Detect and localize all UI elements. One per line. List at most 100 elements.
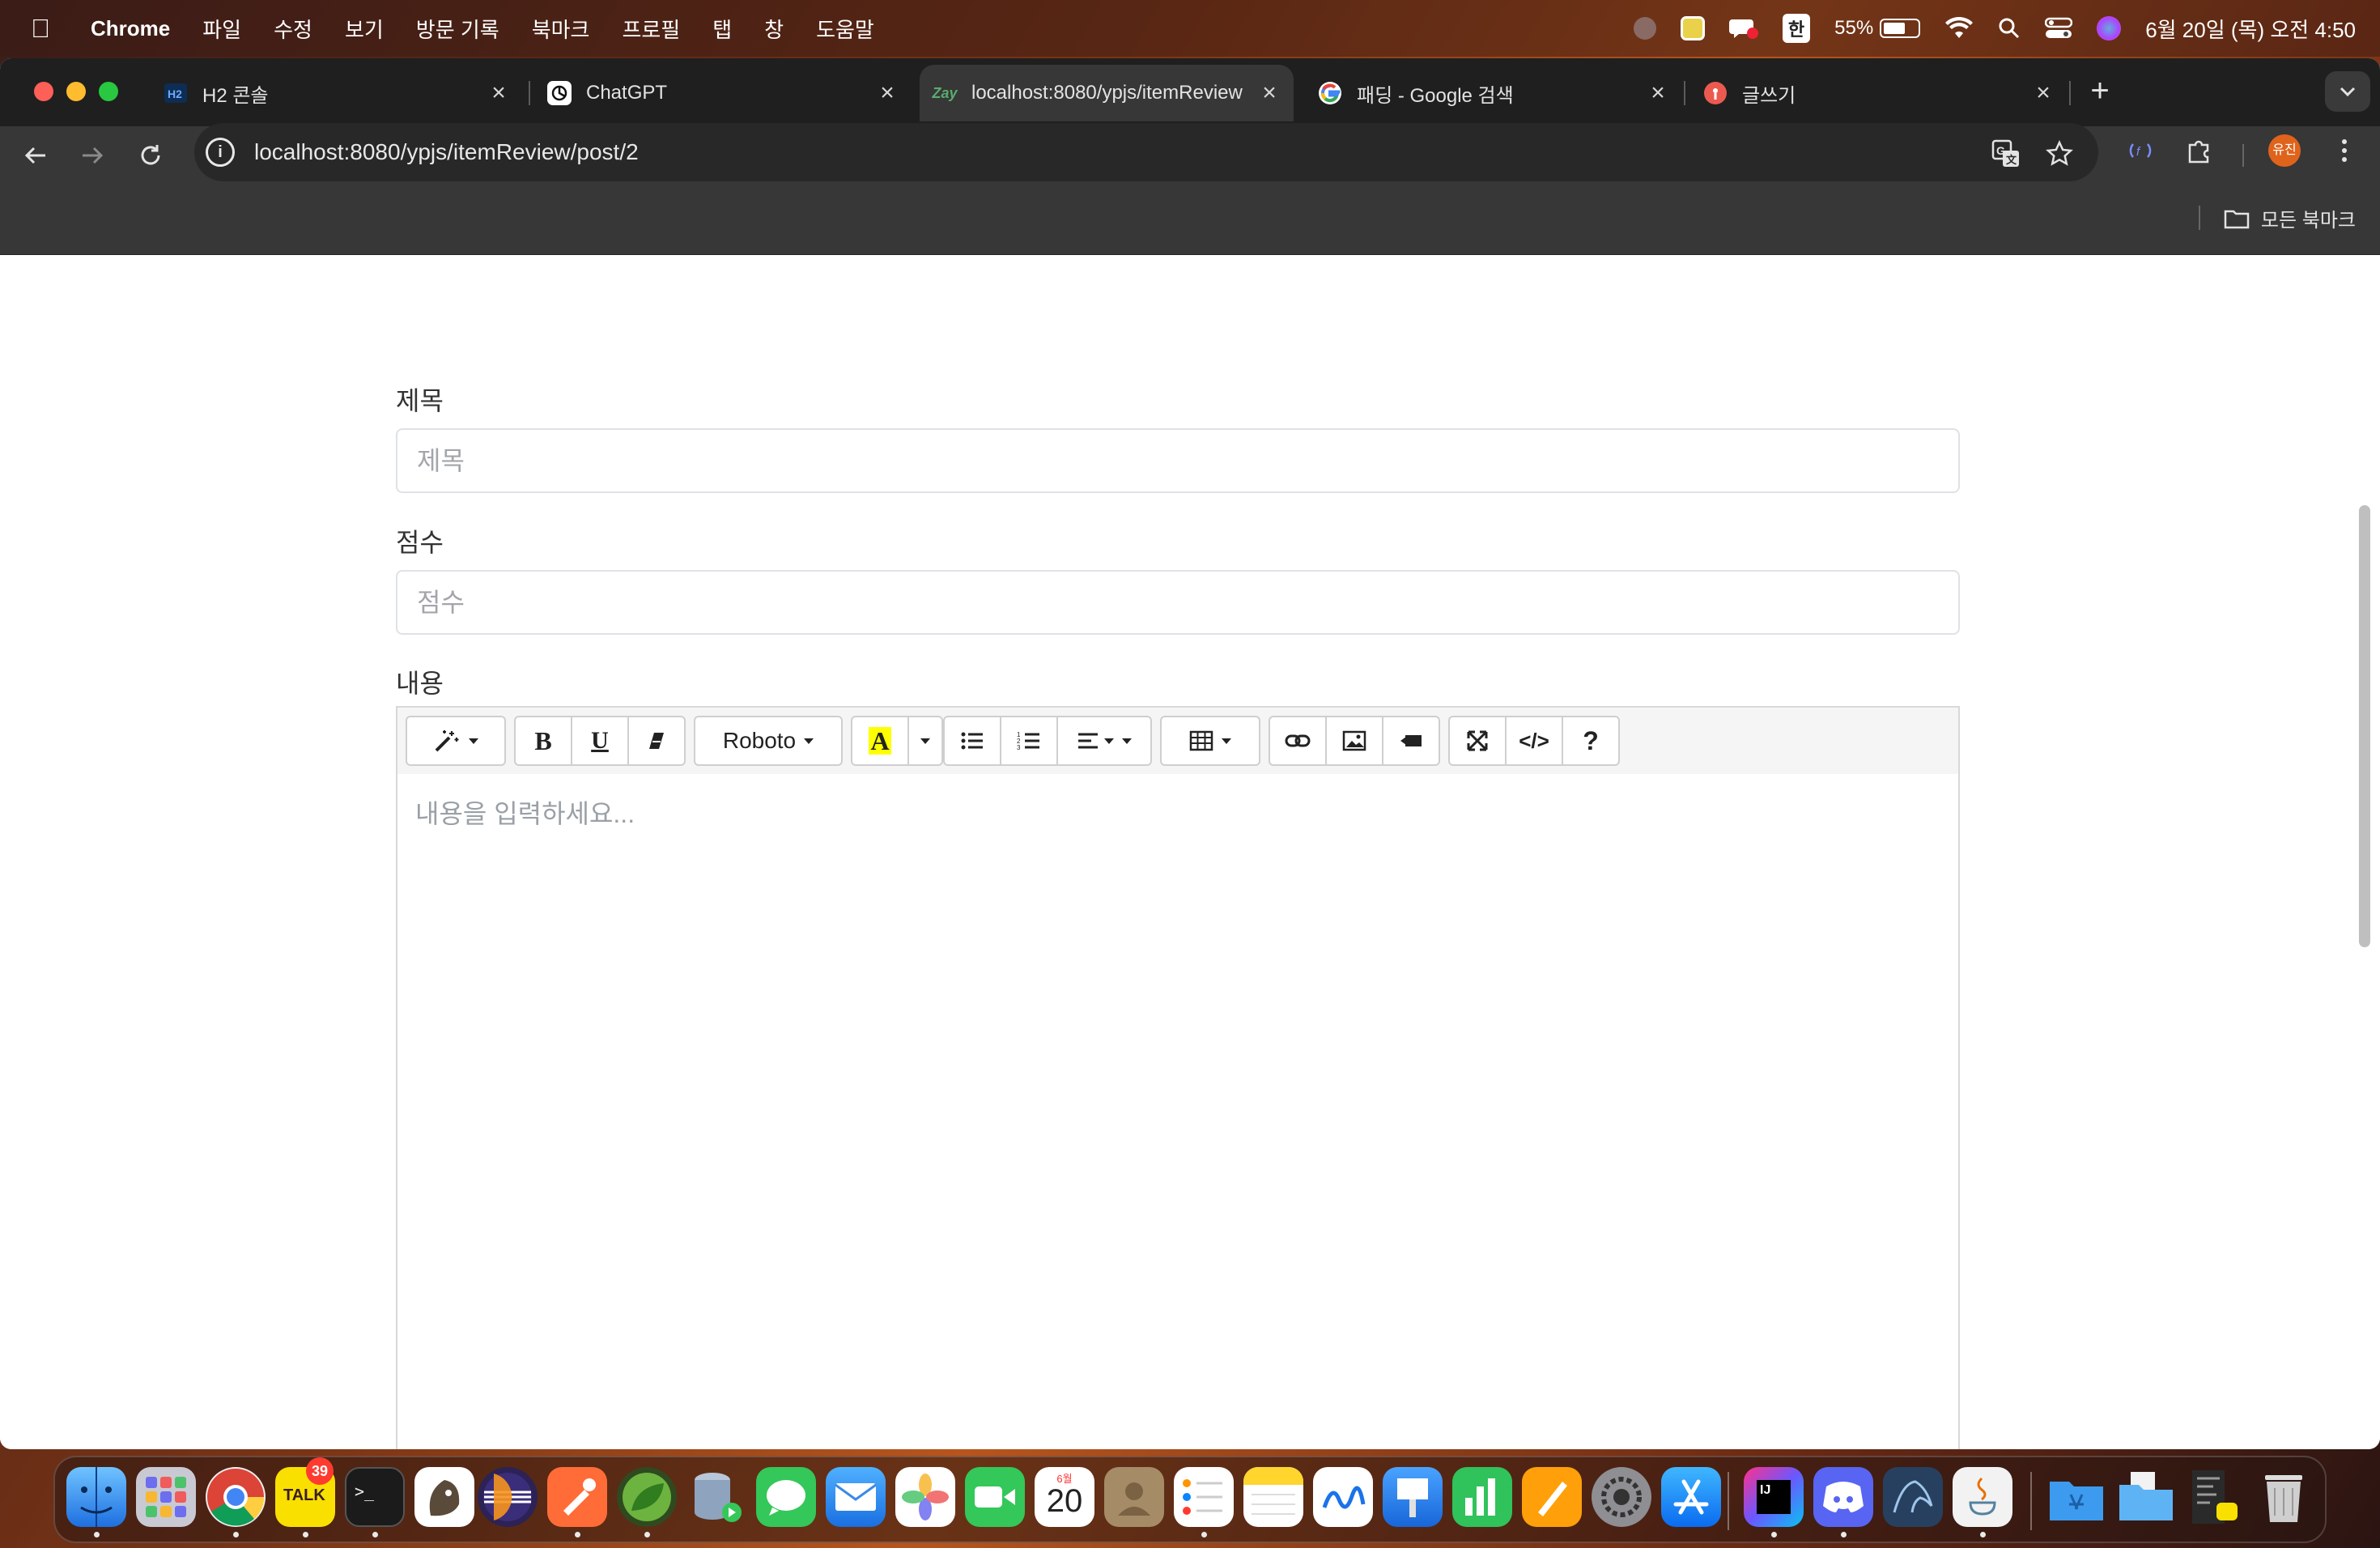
spring-tools-icon[interactable] [617,1467,677,1527]
tab-close-icon[interactable]: × [1253,79,1286,107]
profile-avatar[interactable]: 유진 [2268,134,2301,167]
all-bookmarks-button[interactable]: 모든 북마크 [2224,204,2356,232]
translate-icon[interactable]: G文 [1990,138,2022,170]
wifi-icon[interactable] [1944,17,1974,40]
table-dropdown-button[interactable] [1160,716,1260,766]
menu-edit[interactable]: 수정 [274,14,312,44]
applications-folder-icon[interactable] [2046,1467,2106,1527]
stickies-status-icon[interactable] [1680,16,1705,40]
contacts-icon[interactable] [1104,1467,1164,1527]
menu-window[interactable]: 창 [764,14,784,44]
site-info-icon[interactable]: i [206,138,235,167]
freeform-icon[interactable] [1313,1467,1373,1527]
battery-status[interactable]: 55% [1834,17,1921,40]
menu-file[interactable]: 파일 [202,14,241,44]
font-name-dropdown[interactable]: Roboto [694,716,843,766]
window-minimize-button[interactable] [66,82,86,101]
tab-search-button[interactable] [2325,71,2370,112]
keynote-icon[interactable] [1383,1467,1443,1527]
facetime-icon[interactable] [965,1467,1025,1527]
tab-close-icon[interactable]: × [482,79,515,107]
record-status-icon[interactable] [1633,17,1656,40]
chat-status-icon[interactable] [1728,16,1758,40]
intellij-icon[interactable]: IJ [1744,1467,1804,1527]
tab-google-search[interactable]: 패딩 - Google 검색 × [1297,65,1682,121]
menu-help[interactable]: 도움말 [816,14,874,44]
terminal-icon[interactable]: >_ [345,1467,405,1527]
address-bar[interactable]: i localhost:8080/ypjs/itemReview/post/2 … [194,123,2098,181]
score-input[interactable] [396,570,1960,635]
style-dropdown-button[interactable] [406,716,506,766]
app-store-icon[interactable] [1661,1467,1721,1527]
postman-icon[interactable] [547,1467,607,1527]
tab-writing[interactable]: 글쓰기 × [1682,65,2068,121]
menu-view[interactable]: 보기 [345,14,384,44]
reminders-icon[interactable] [1174,1467,1234,1527]
reload-button[interactable] [133,138,168,173]
menubar-clock[interactable]: 6월 20일 (목) 오전 4:50 [2145,14,2356,44]
trash-icon[interactable] [2254,1467,2314,1527]
insert-video-button[interactable] [1382,716,1440,766]
title-input[interactable] [396,428,1960,493]
unordered-list-button[interactable] [943,716,1001,766]
downloads-stack-icon[interactable] [2186,1467,2246,1527]
menu-app-name[interactable]: Chrome [91,16,170,41]
extensions-puzzle-icon[interactable] [2182,134,2215,167]
fullscreen-button[interactable] [1448,716,1507,766]
photos-icon[interactable] [895,1467,955,1527]
back-button[interactable] [18,138,53,173]
bold-button[interactable]: B [514,716,572,766]
chrome-icon[interactable] [206,1467,266,1527]
menu-profiles[interactable]: 프로필 [622,14,680,44]
pages-icon[interactable] [1522,1467,1582,1527]
input-method-indicator[interactable]: 한 [1782,14,1811,43]
calendar-icon[interactable]: 6월 20 [1035,1467,1094,1527]
documents-folder-icon[interactable] [2116,1467,2176,1527]
paragraph-dropdown-button[interactable] [1056,716,1152,766]
mysql-workbench-icon[interactable] [1883,1467,1943,1527]
control-center-icon[interactable] [2045,17,2073,40]
apple-menu-icon[interactable]:  [31,14,50,44]
menu-history[interactable]: 방문 기록 [416,14,499,44]
more-menu-icon[interactable] [2328,134,2361,167]
window-maximize-button[interactable] [99,82,118,101]
menu-bookmarks[interactable]: 북마크 [532,14,590,44]
messages-icon[interactable] [756,1467,816,1527]
clear-format-button[interactable] [627,716,686,766]
url-text[interactable]: localhost:8080/ypjs/itemReview/post/2 [254,139,639,165]
tab-item-review[interactable]: Zay localhost:8080/ypjs/itemReview × [920,65,1294,121]
forward-button[interactable] [74,138,110,173]
help-button[interactable]: ? [1562,716,1620,766]
tab-close-icon[interactable]: × [871,79,903,107]
tab-chatgpt[interactable]: ChatGPT × [526,65,912,121]
tab-close-icon[interactable]: × [1642,79,1674,107]
siri-icon[interactable] [2097,16,2122,40]
ordered-list-button[interactable]: 123 [1000,716,1058,766]
window-close-button[interactable] [34,82,53,101]
database-icon[interactable] [686,1467,746,1527]
color-dropdown-button[interactable] [907,716,943,766]
tab-close-icon[interactable]: × [2027,79,2059,107]
mail-icon[interactable] [826,1467,886,1527]
recent-color-button[interactable]: A [851,716,909,766]
content-editor-area[interactable]: 내용을 입력하세요... [397,774,1958,1449]
sequel-ace-icon[interactable] [414,1467,474,1527]
discord-icon[interactable] [1813,1467,1873,1527]
bookmark-star-icon[interactable] [2043,138,2076,170]
page-scrollbar[interactable] [2359,505,2370,947]
eclipse-icon[interactable] [478,1467,538,1527]
notes-icon[interactable] [1243,1467,1303,1527]
tab-h2-console[interactable]: H2 H2 콘솔 × [142,65,523,121]
extension-wave-icon[interactable]: f [2124,134,2157,167]
insert-picture-button[interactable] [1325,716,1383,766]
launchpad-icon[interactable] [136,1467,196,1527]
underline-button[interactable]: U [571,716,629,766]
java-icon[interactable] [1953,1467,2012,1527]
finder-icon[interactable] [66,1467,126,1527]
numbers-icon[interactable] [1452,1467,1512,1527]
spotlight-search-icon[interactable] [1998,17,2021,40]
system-settings-icon[interactable] [1592,1467,1651,1527]
insert-link-button[interactable] [1269,716,1327,766]
new-tab-button[interactable]: + [2082,73,2118,108]
menu-tab[interactable]: 탭 [712,14,732,44]
